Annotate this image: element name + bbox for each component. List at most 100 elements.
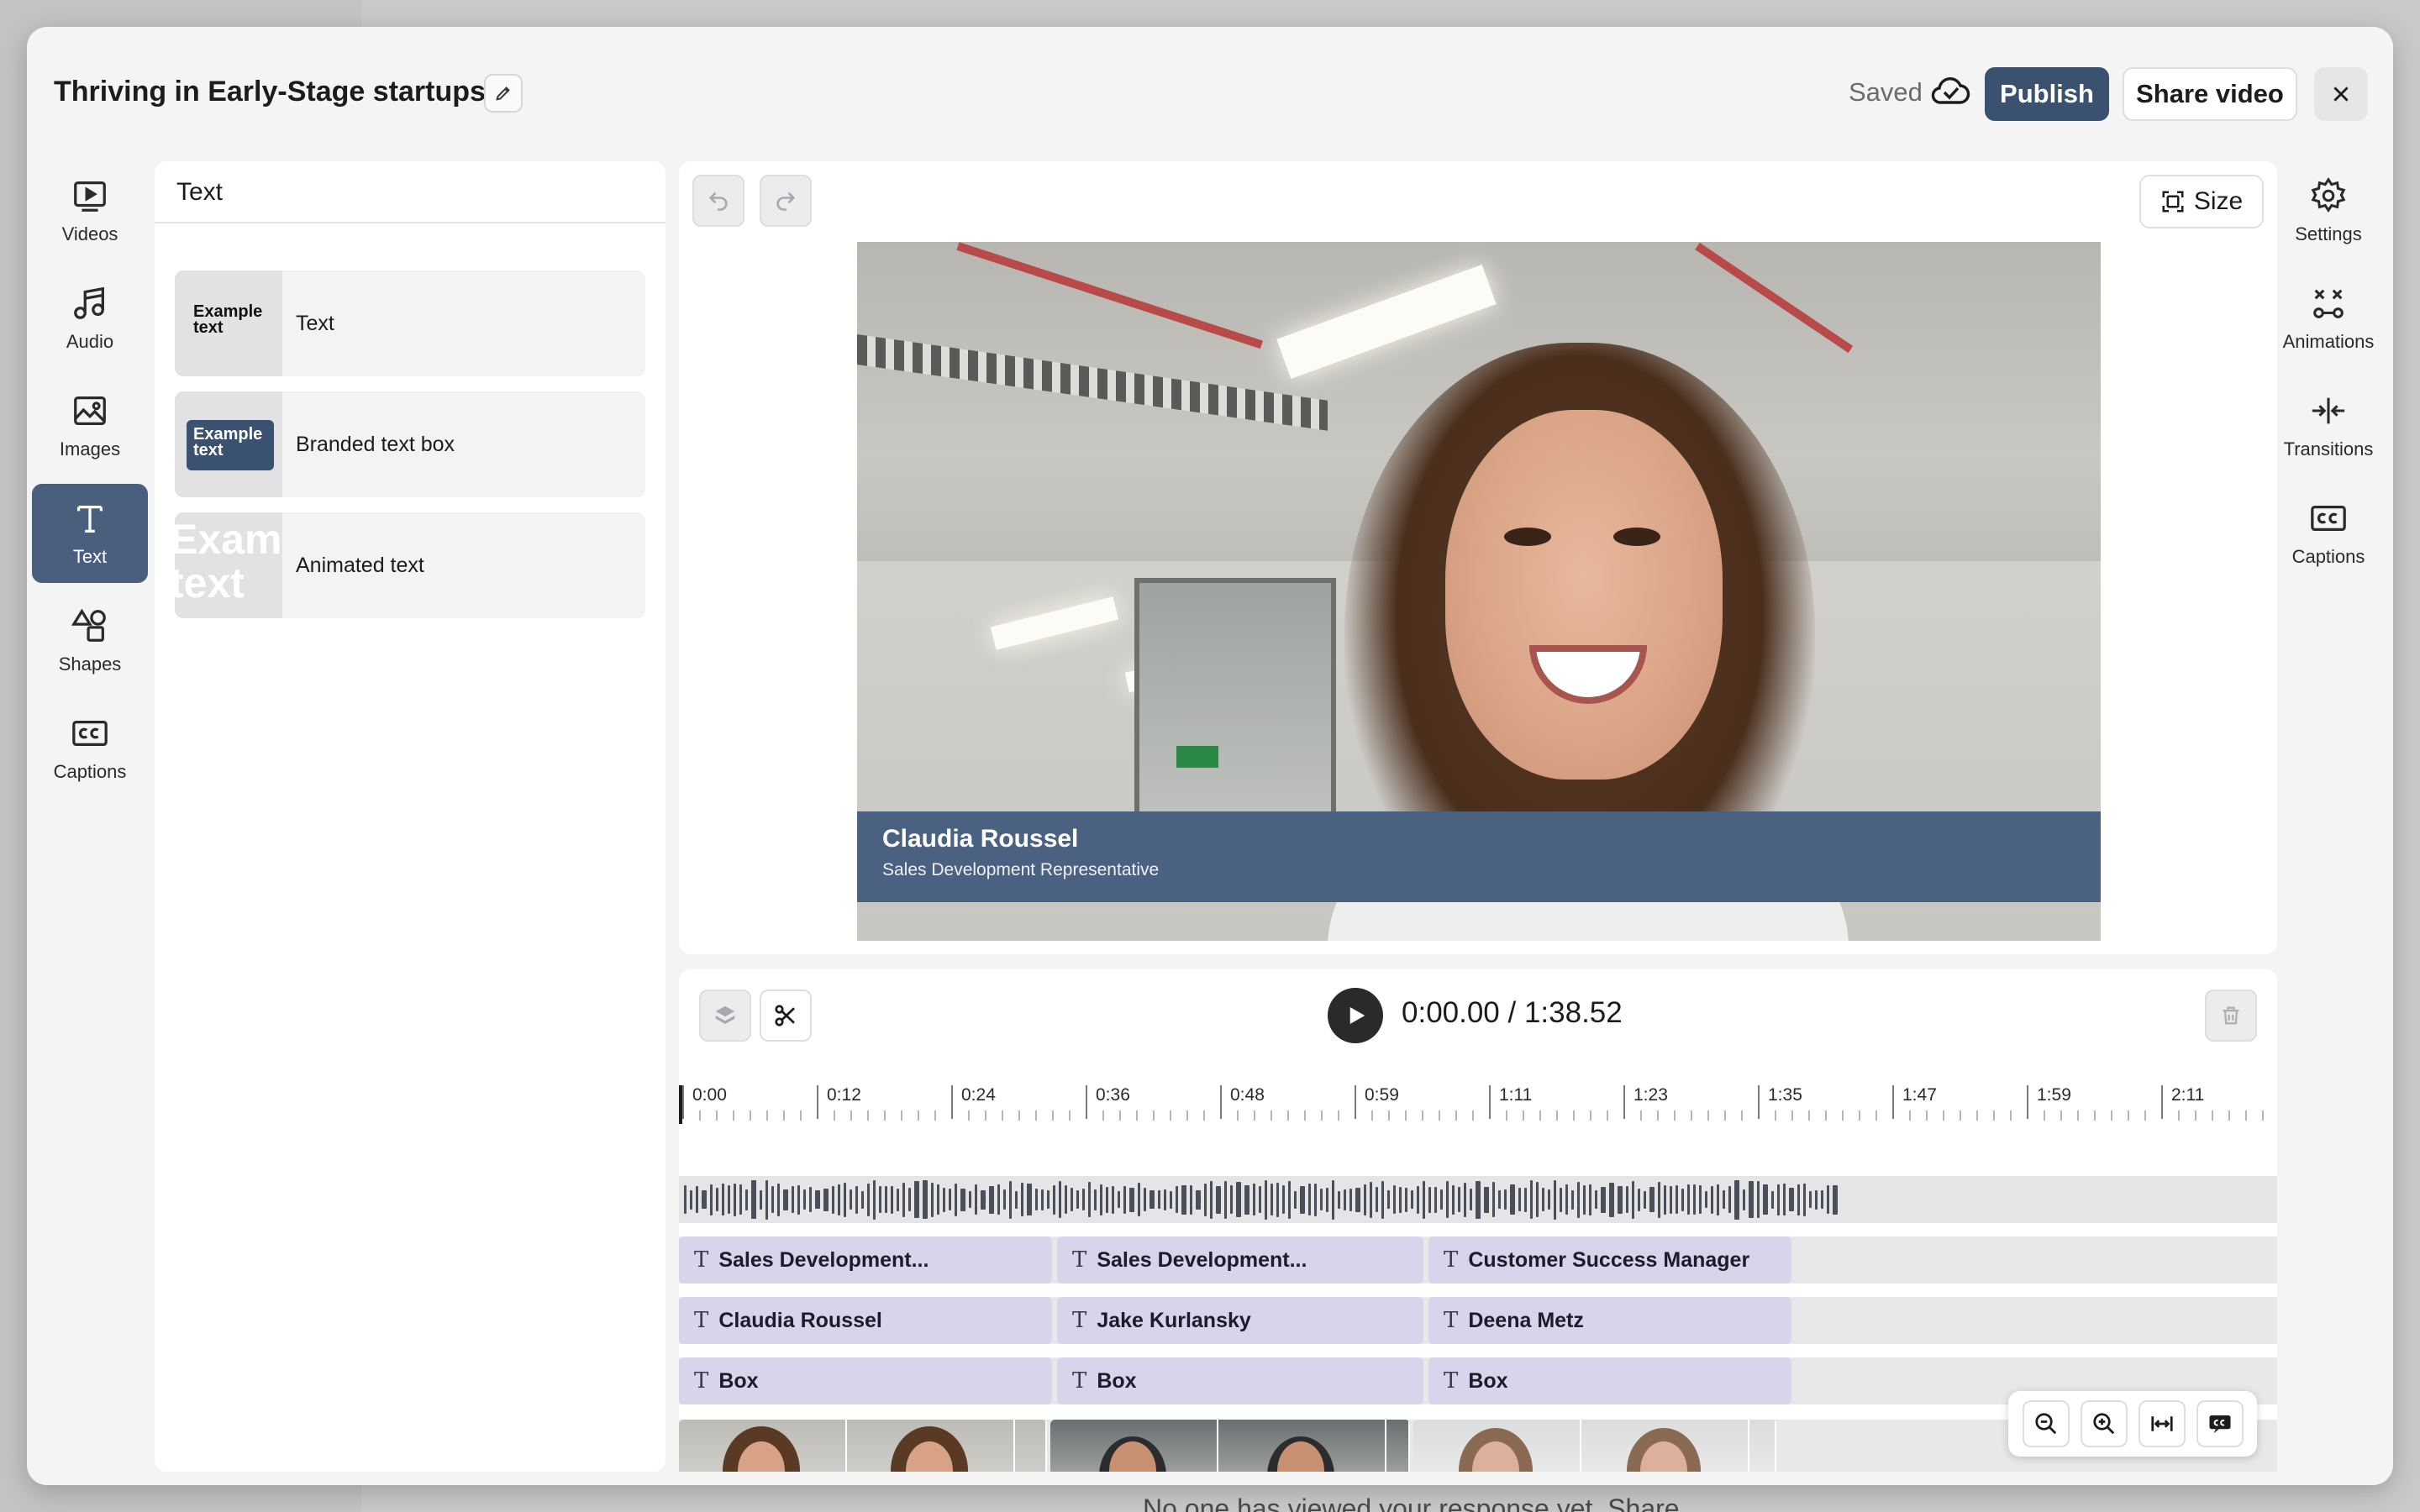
waveform-bar: [1405, 1187, 1407, 1212]
waveform-bar: [1749, 1181, 1754, 1218]
tick-major: [1355, 1085, 1356, 1119]
waveform-bar: [1035, 1189, 1038, 1210]
waveform-bar: [1565, 1184, 1568, 1215]
size-button[interactable]: Size: [2139, 175, 2264, 228]
waveform-bar: [1417, 1185, 1419, 1214]
timeline-text-clip[interactable]: T Jake Kurlansky: [1057, 1297, 1423, 1344]
undo-button[interactable]: [692, 175, 744, 227]
waveform-bar: [855, 1185, 858, 1214]
rail-item-label: Videos: [61, 223, 118, 244]
publish-button[interactable]: Publish: [1985, 67, 2109, 121]
waveform-bar: [1308, 1184, 1311, 1215]
timeline-text-clip[interactable]: T Sales Development...: [679, 1236, 1052, 1284]
play-button[interactable]: [1328, 988, 1383, 1043]
right-tool-rail: Settings Animations Transitions Captions: [2270, 161, 2386, 591]
zoom-out-button[interactable]: [2022, 1400, 2070, 1447]
waveform-bar: [1088, 1182, 1091, 1217]
waveform-bar: [1021, 1183, 1023, 1216]
waveform-bar: [803, 1189, 806, 1210]
waveform-bar: [1498, 1190, 1501, 1209]
clip-label: Jake Kurlansky: [1097, 1308, 1251, 1332]
clip-label: Deena Metz: [1468, 1308, 1584, 1332]
timeline-text-clip[interactable]: T Claudia Roussel: [679, 1297, 1052, 1344]
rail-item-label: Settings: [2295, 223, 2362, 244]
close-button[interactable]: [2314, 67, 2368, 121]
tick-minor: [1237, 1110, 1239, 1121]
tick-minor: [1741, 1110, 1743, 1121]
fit-timeline-button[interactable]: [2138, 1400, 2186, 1447]
text-option-label: Animated text: [296, 553, 424, 577]
tick-minor: [1321, 1110, 1323, 1121]
rail-item-videos[interactable]: Videos: [32, 161, 148, 260]
zoom-in-button[interactable]: [2080, 1400, 2128, 1447]
edit-title-button[interactable]: [484, 74, 523, 113]
waveform-bar: [1100, 1184, 1102, 1215]
tick-minor: [1405, 1110, 1407, 1121]
timeline-video-clip[interactable]: [679, 1420, 1047, 1472]
tick-minor: [1960, 1110, 1961, 1121]
waveform-bar: [1734, 1179, 1739, 1220]
rail-item-text[interactable]: Text: [32, 484, 148, 583]
tick-minor: [1388, 1110, 1390, 1121]
tick-minor: [733, 1110, 734, 1121]
tick-minor: [1270, 1110, 1272, 1121]
panel-divider: [155, 222, 666, 223]
text-option-animated[interactable]: Example text Animated text: [175, 512, 645, 618]
rail-item-settings[interactable]: Settings: [2270, 161, 2386, 260]
rail-item-images[interactable]: Images: [32, 376, 148, 475]
share-video-button[interactable]: Share video: [2123, 67, 2297, 121]
tick-minor: [1472, 1110, 1474, 1121]
waveform-bar: [1230, 1185, 1233, 1214]
text-option-plain[interactable]: Example text Text: [175, 270, 645, 376]
timeline-text-clip[interactable]: T Box: [1057, 1357, 1423, 1404]
rail-item-captions[interactable]: Captions: [32, 699, 148, 798]
waveform-bar: [1288, 1180, 1291, 1219]
waveform-bar: [1344, 1189, 1346, 1210]
tick-minor: [1808, 1110, 1810, 1121]
rail-item-captions-right[interactable]: Captions: [2270, 484, 2386, 583]
timeline-text-clip[interactable]: T Sales Development...: [1057, 1236, 1423, 1284]
redo-icon: [776, 192, 796, 211]
split-clip-button[interactable]: [760, 990, 812, 1042]
rail-item-shapes[interactable]: Shapes: [32, 591, 148, 690]
waveform-bar: [1082, 1189, 1085, 1210]
waveform-bar: [1326, 1187, 1328, 1212]
timeline-video-clip[interactable]: [1050, 1420, 1410, 1472]
timeline-ruler[interactable]: 0:00 0:12 0:24 0:36 0:48 0:59 1:11 1:23 1:35 1:47…: [679, 1085, 2277, 1127]
rail-item-animations[interactable]: Animations: [2270, 269, 2386, 368]
waveform-bar: [1626, 1186, 1628, 1213]
rail-item-audio[interactable]: Audio: [32, 269, 148, 368]
playhead[interactable]: [679, 1085, 682, 1124]
tick-minor: [1455, 1110, 1457, 1121]
tick-minor: [1926, 1110, 1928, 1121]
delete-button[interactable]: [2205, 990, 2257, 1042]
text-icon: T: [1072, 1247, 1087, 1273]
waveform-bar: [1003, 1189, 1006, 1210]
waveform-bar: [1446, 1181, 1449, 1218]
waveform-bar: [1803, 1183, 1806, 1216]
text-icon: T: [694, 1308, 709, 1333]
waveform-bar: [931, 1182, 934, 1217]
text-option-branded[interactable]: Example text Branded text box: [175, 391, 645, 497]
waveform-bar: [1771, 1190, 1774, 1209]
layers-icon: [715, 1005, 735, 1024]
waveform-bar: [1300, 1185, 1305, 1214]
audio-track[interactable]: [679, 1176, 2277, 1223]
tick-minor: [1287, 1110, 1289, 1121]
lower-third-overlay[interactable]: Claudia Roussel Sales Development Repres…: [857, 811, 2101, 902]
redo-button[interactable]: [760, 175, 812, 227]
tick-major: [1086, 1085, 1087, 1119]
timeline-text-clip[interactable]: T Box: [1428, 1357, 1791, 1404]
waveform-bar: [1027, 1184, 1032, 1215]
timeline-text-clip[interactable]: T Deena Metz: [1428, 1297, 1791, 1344]
waveform-bar: [1632, 1180, 1634, 1219]
video-preview[interactable]: Claudia Roussel Sales Development Repres…: [857, 242, 2101, 941]
timeline-captions-button[interactable]: [2196, 1400, 2244, 1447]
rail-item-transitions[interactable]: Transitions: [2270, 376, 2386, 475]
timeline-text-clip[interactable]: T Box: [679, 1357, 1052, 1404]
clip-label: Box: [1468, 1368, 1508, 1393]
timeline-video-clip[interactable]: [1413, 1420, 1776, 1472]
timeline-text-clip[interactable]: T Customer Success Manager: [1428, 1236, 1791, 1284]
waveform-bar: [861, 1190, 864, 1209]
layers-button[interactable]: [699, 990, 751, 1042]
